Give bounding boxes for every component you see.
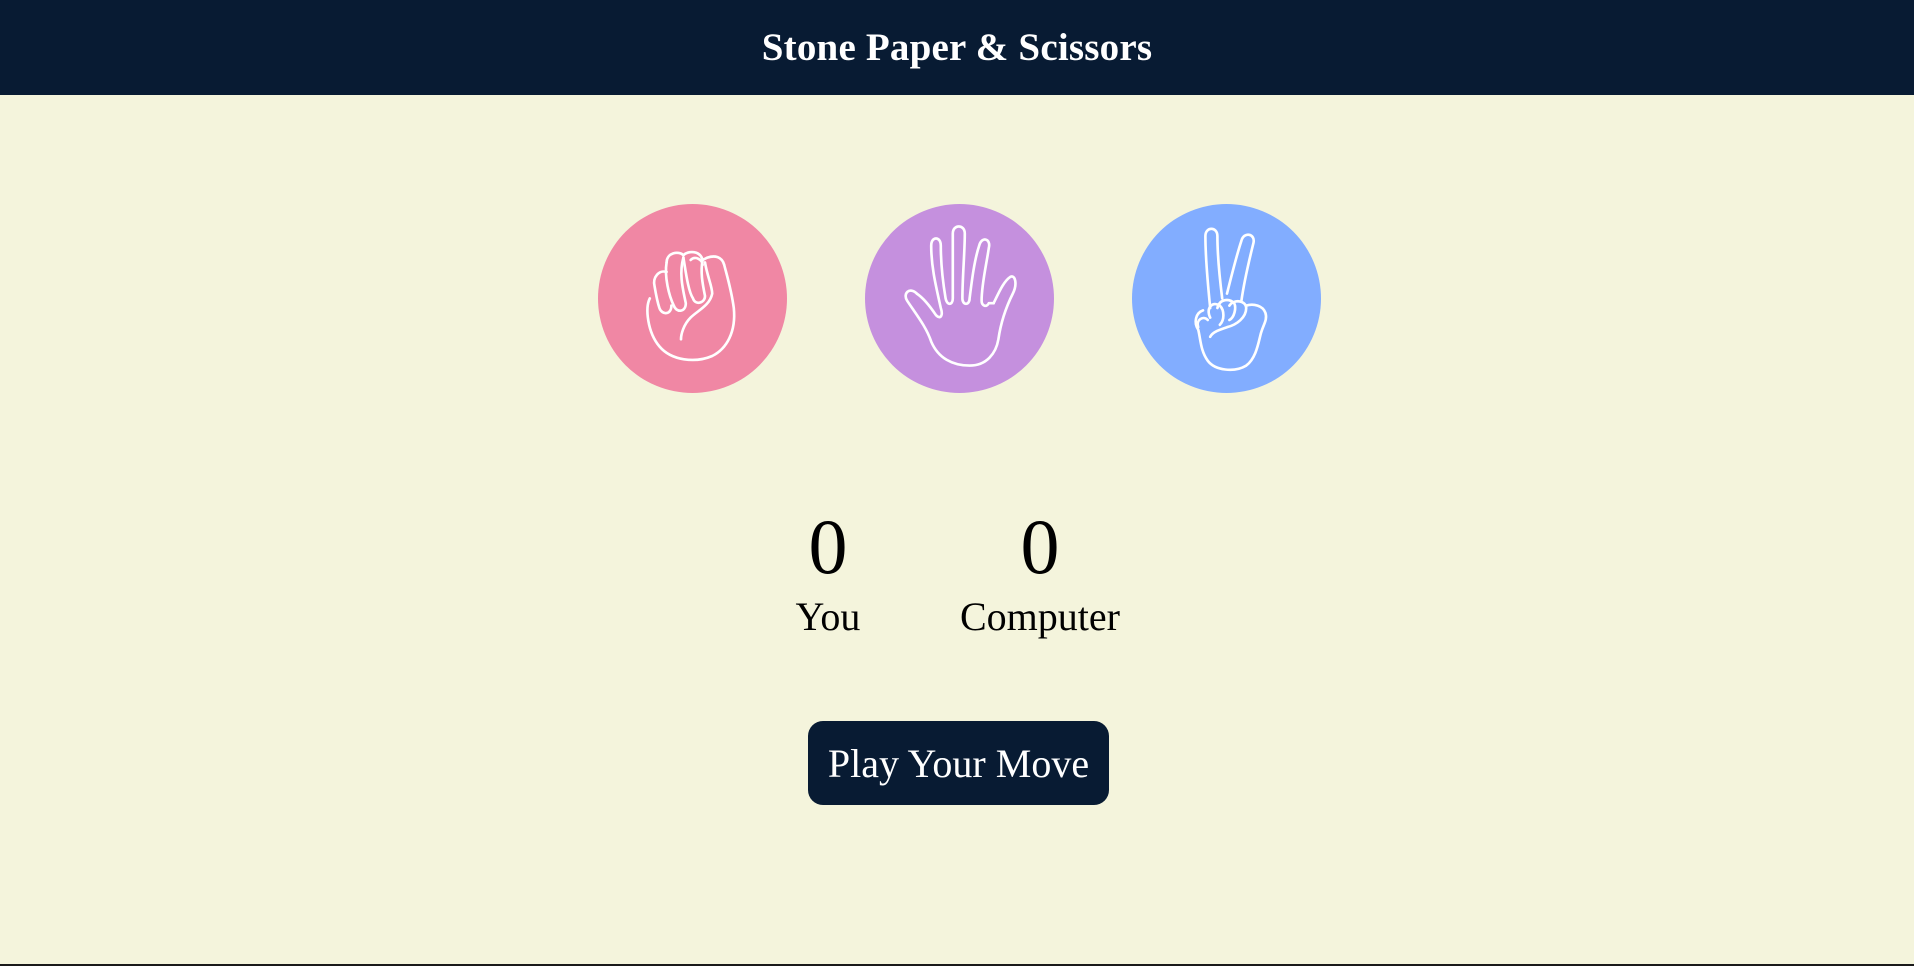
user-score-value: 0 xyxy=(808,503,848,590)
open-hand-icon xyxy=(903,224,1017,367)
play-move-message[interactable]: Play Your Move xyxy=(808,721,1109,805)
page-title: Stone Paper & Scissors xyxy=(761,26,1153,69)
computer-score: 0 Computer xyxy=(930,498,1150,638)
choice-stone-button[interactable] xyxy=(598,204,787,393)
user-score-label: You xyxy=(795,594,861,639)
computer-score-value: 0 xyxy=(1020,503,1060,590)
choices-row xyxy=(0,204,1914,394)
user-score: 0 You xyxy=(718,498,938,638)
app-header: Stone Paper & Scissors xyxy=(0,0,1914,95)
choice-scissors-button[interactable] xyxy=(1132,204,1321,393)
fist-icon xyxy=(645,250,735,361)
peace-hand-icon xyxy=(1193,227,1267,371)
choice-paper-button[interactable] xyxy=(865,204,1054,393)
computer-score-label: Computer xyxy=(960,594,1120,639)
